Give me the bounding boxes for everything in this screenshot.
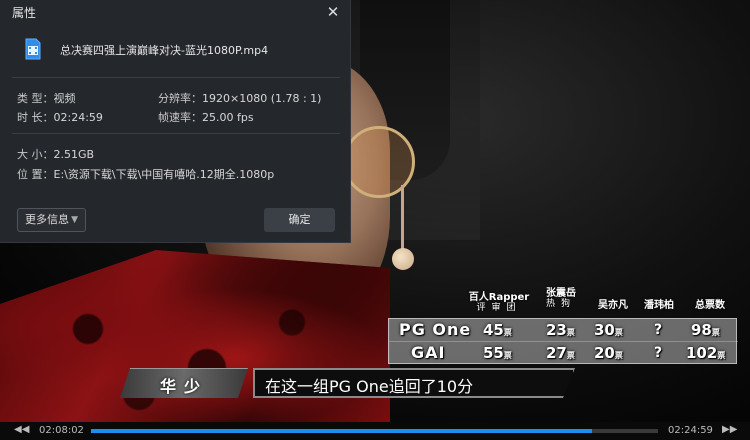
dialog-title: 属性 <box>12 6 37 20</box>
divider <box>12 77 340 78</box>
location-label: 位 置： <box>17 168 54 181</box>
vote-table: PG One 45票 23票 30票 ? 98票 GAI 55票 27票 20票… <box>388 318 738 364</box>
vote-unit: 票 <box>566 351 575 360</box>
vote-value: 20票 <box>594 342 623 364</box>
vote-total: 102票 <box>686 342 725 364</box>
vote-unit: 票 <box>711 328 720 337</box>
vote-number: 23 <box>546 321 567 339</box>
vote-unknown: ? <box>654 345 663 361</box>
size-row: 大 小：2.51GB <box>17 146 94 162</box>
vote-value: 30票 <box>594 319 623 341</box>
video-file-icon <box>25 38 41 60</box>
chevron-down-icon: ▼ <box>71 215 78 225</box>
vote-col-subtitle: 评审团 <box>476 303 522 313</box>
type-value: 视频 <box>53 92 76 105</box>
seek-progress <box>91 429 592 433</box>
speaker-name: 华少 <box>159 377 208 396</box>
glasses-shape <box>343 126 415 198</box>
vote-col-header-rapper: 百人Rapper 评审团 <box>466 292 532 314</box>
ok-button[interactable]: 确定 <box>264 208 335 232</box>
vote-col-title: 张震岳 <box>546 288 576 299</box>
vote-unit: 票 <box>614 351 623 360</box>
location-value: E:\资源下载\下载\中国有嘻哈.12期全.1080p <box>53 168 275 181</box>
duration-value: 02:24:59 <box>53 111 103 124</box>
vote-value: 45票 <box>483 319 512 341</box>
shirt-pattern <box>20 290 360 420</box>
type-row: 类 型：视频 <box>17 90 76 106</box>
subtitle-box: 在这一组PG One追回了10分 <box>253 368 575 398</box>
vote-value: 27票 <box>546 342 575 364</box>
divider <box>12 133 340 134</box>
size-value: 2.51GB <box>53 148 95 161</box>
vote-number: 45 <box>483 321 504 339</box>
vote-col-header-kris: 吴亦凡 <box>598 300 628 311</box>
vote-total: 98票 <box>691 319 720 341</box>
vote-col-subtitle: 热狗 <box>545 299 576 309</box>
vote-number: 98 <box>691 321 712 339</box>
current-time: 02:08:02 <box>39 425 84 436</box>
rewind-icon[interactable]: ◀◀ <box>14 424 29 435</box>
duration-row: 时 长：02:24:59 <box>17 109 103 125</box>
vote-number: 55 <box>483 344 504 362</box>
player-controls: ◀◀ 02:08:02 02:24:59 ▶▶ <box>0 422 750 440</box>
file-name: 总决赛四强上演巅峰对决-蓝光1080P.mp4 <box>60 44 269 57</box>
vote-unit: 票 <box>566 328 575 337</box>
properties-dialog: 属性 ✕ 总决赛四强上演巅峰对决-蓝光1080P.mp4 类 型：视频 分辨率：… <box>0 0 351 243</box>
resolution-value: 1920×1080 (1.78 : 1) <box>202 92 322 105</box>
framerate-row: 帧速率：25.00 fps <box>158 109 254 125</box>
vote-col-title: 百人Rapper <box>468 292 530 303</box>
vote-unit: 票 <box>614 328 623 337</box>
vote-number: 30 <box>594 321 615 339</box>
vote-value: 55票 <box>483 342 512 364</box>
vote-col-header-will: 潘玮柏 <box>644 300 674 311</box>
speaker-name-box: 华少 <box>120 368 248 398</box>
contestant-name: PG One <box>399 320 472 339</box>
vote-number: 27 <box>546 344 567 362</box>
more-info-button[interactable]: 更多信息 ▼ <box>17 208 86 232</box>
duration-label: 时 长： <box>17 111 54 124</box>
headset-mic <box>392 248 414 270</box>
vote-row: PG One 45票 23票 30票 ? 98票 <box>389 319 738 341</box>
vote-number: 102 <box>686 344 718 362</box>
framerate-label: 帧速率： <box>158 111 202 124</box>
vote-col-header-judges: 张震岳 热狗 <box>540 288 582 310</box>
mic-wire <box>401 185 404 249</box>
forward-icon[interactable]: ▶▶ <box>722 424 737 435</box>
framerate-value: 25.00 fps <box>202 111 254 124</box>
contestant-name: GAI <box>411 343 446 362</box>
vote-unit: 票 <box>503 328 512 337</box>
total-time: 02:24:59 <box>668 425 713 436</box>
more-info-label: 更多信息 <box>25 213 69 226</box>
vote-number: 20 <box>594 344 615 362</box>
type-label: 类 型： <box>17 92 54 105</box>
close-icon[interactable]: ✕ <box>322 2 344 22</box>
vote-unknown: ? <box>654 322 663 338</box>
location-row: 位 置：E:\资源下载\下载\中国有嘻哈.12期全.1080p <box>17 166 274 182</box>
vote-unit: 票 <box>717 351 726 360</box>
resolution-label: 分辨率： <box>158 92 202 105</box>
resolution-row: 分辨率：1920×1080 (1.78 : 1) <box>158 90 321 106</box>
size-label: 大 小： <box>17 148 54 161</box>
vote-col-header-total: 总票数 <box>695 300 725 311</box>
vote-row: GAI 55票 27票 20票 ? 102票 <box>389 342 738 364</box>
seek-bar[interactable] <box>91 429 658 433</box>
vote-unit: 票 <box>503 351 512 360</box>
vote-value: 23票 <box>546 319 575 341</box>
subtitle-text: 在这一组PG One追回了10分 <box>265 377 474 396</box>
